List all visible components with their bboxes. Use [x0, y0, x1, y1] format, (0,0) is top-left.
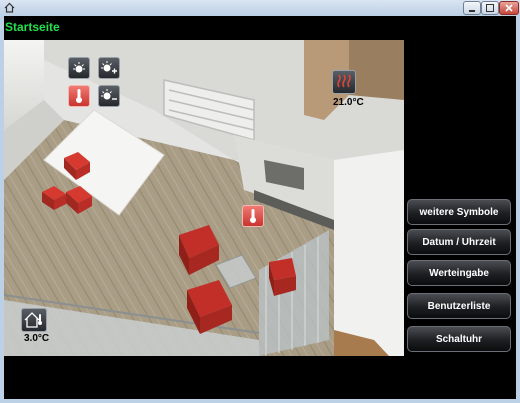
minimize-icon	[469, 10, 475, 12]
outdoor-temperature-button[interactable]	[21, 308, 47, 332]
house-thermometer-icon	[24, 312, 42, 328]
floorplan-view: 21.0°C 3.0°C	[4, 40, 404, 356]
light-brighter-icon	[101, 61, 117, 74]
date-time-button[interactable]: Datum / Uhrzeit	[407, 229, 511, 255]
window-titlebar[interactable]	[0, 0, 520, 17]
more-symbols-button[interactable]: weitere Symbole	[407, 199, 511, 225]
thermometer-icon	[76, 89, 82, 103]
heater-icon	[337, 74, 351, 88]
close-button[interactable]	[499, 1, 519, 15]
minimize-button[interactable]	[463, 1, 481, 15]
user-list-button[interactable]: Benutzerliste	[407, 293, 511, 319]
light-darker-button[interactable]	[98, 85, 120, 107]
light-brighter-button[interactable]	[98, 57, 120, 79]
maximize-button[interactable]	[481, 1, 499, 15]
timer-switch-button[interactable]: Schaltuhr	[407, 326, 511, 352]
window-border-bottom	[0, 399, 520, 403]
heater-button[interactable]	[332, 70, 356, 94]
close-icon	[505, 4, 513, 12]
outdoor-temperature: 3.0°C	[24, 333, 50, 344]
maximize-icon	[486, 4, 494, 12]
light-darker-icon	[101, 89, 117, 100]
home-icon	[4, 2, 15, 13]
heater-temperature: 21.0°C	[333, 97, 364, 108]
room-thermostat-button[interactable]	[68, 85, 90, 107]
value-input-button[interactable]: Werteingabe	[407, 260, 511, 286]
light-dimmer-button[interactable]	[68, 57, 90, 79]
light-dimmer-icon	[73, 62, 85, 73]
window-border-right	[516, 16, 520, 403]
thermometer-icon	[250, 209, 256, 223]
room-thermometer-button[interactable]	[242, 205, 264, 227]
page-title: Startseite	[5, 20, 60, 34]
